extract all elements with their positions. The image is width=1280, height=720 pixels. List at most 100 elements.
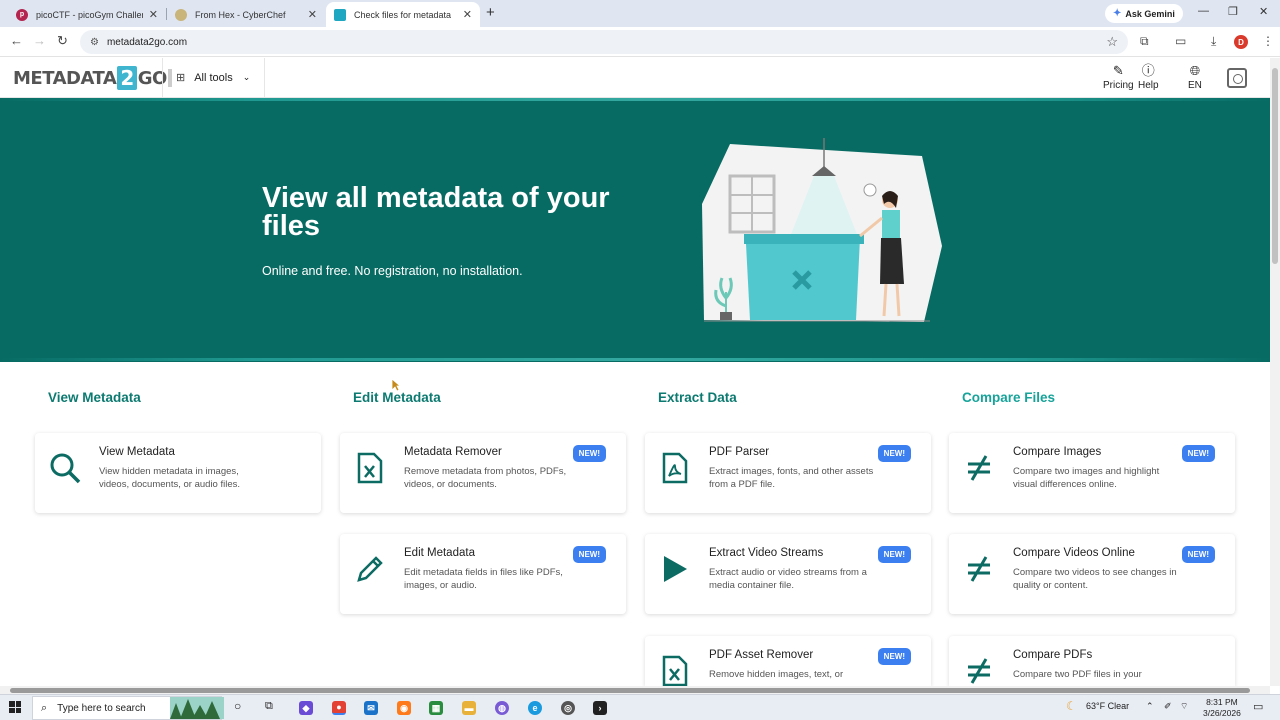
help-label: Help: [1138, 80, 1159, 91]
tool-card-extract-video-streams[interactable]: Extract Video Streams Extract audio or v…: [645, 534, 931, 614]
magnifier-icon: [49, 450, 81, 486]
mouse-cursor: [391, 378, 401, 392]
tab-metadata2go[interactable]: Check files for metadata ✕: [326, 2, 480, 27]
task-view-icon[interactable]: ⧉: [265, 700, 273, 713]
pen-icon[interactable]: ✐: [1164, 701, 1172, 712]
site-logo[interactable]: METADATA 2 GO: [13, 66, 172, 90]
pdf-icon: [659, 450, 691, 486]
tool-card-pdf-asset-remover[interactable]: PDF Asset Remover Remove hidden images, …: [645, 636, 931, 689]
close-icon[interactable]: ✕: [149, 8, 158, 21]
bookmark-star-icon[interactable]: ☆: [1106, 34, 1118, 50]
gemini-icon: ✦: [1113, 8, 1122, 19]
scroll-thumb[interactable]: [10, 688, 1250, 693]
chrome-icon[interactable]: ●: [332, 701, 346, 715]
minimize-icon[interactable]: —: [1198, 5, 1209, 17]
history-icon[interactable]: [1227, 68, 1247, 88]
search-highlight-image: [170, 697, 224, 719]
chevron-up-icon[interactable]: ⌃: [1146, 701, 1154, 712]
new-badge: NEW!: [877, 648, 911, 665]
maximize-icon[interactable]: ❐: [1228, 5, 1238, 18]
hero-banner: View all metadata of your files Online a…: [0, 98, 1270, 362]
cast-icon[interactable]: ▭: [1175, 34, 1186, 48]
card-description: Remove metadata from photos, PDFs, video…: [404, 466, 567, 490]
column-heading-extract: Extract Data: [658, 390, 737, 405]
menu-icon[interactable]: ⋮: [1262, 34, 1274, 48]
tab-title: From Hex - CyberChef: [195, 9, 286, 20]
notifications-icon[interactable]: ▭: [1253, 700, 1263, 713]
card-description: Remove hidden images, text, or: [709, 669, 844, 680]
profile-avatar[interactable]: D: [1234, 35, 1248, 49]
edge-icon[interactable]: e: [528, 701, 542, 715]
card-description: Compare two images and highlight visual …: [1013, 466, 1160, 490]
ask-gemini-button[interactable]: ✦ Ask Gemini: [1105, 4, 1183, 23]
github-icon[interactable]: ◎: [561, 701, 575, 715]
network-icon[interactable]: ⌔: [1180, 701, 1188, 712]
pencil-icon: [354, 551, 386, 587]
gemini-label: Ask Gemini: [1125, 8, 1175, 19]
clock-date: 3/26/2026: [1203, 708, 1241, 718]
column-heading-compare: Compare Files: [962, 390, 1056, 405]
window-close-icon[interactable]: ✕: [1259, 5, 1268, 18]
tab-cyberchef[interactable]: From Hex - CyberChef ✕: [167, 2, 325, 27]
close-icon[interactable]: ✕: [463, 8, 472, 21]
download-icon[interactable]: ⤓: [1211, 34, 1216, 49]
language-selector[interactable]: 🌐︎ EN: [1188, 64, 1202, 92]
site-info-icon[interactable]: ⚙: [90, 37, 99, 48]
new-badge: NEW!: [1181, 445, 1215, 462]
tool-card-metadata-remover[interactable]: Metadata Remover Remove metadata from ph…: [340, 433, 626, 513]
new-tab-button[interactable]: +: [486, 4, 495, 21]
tool-card-compare-videos[interactable]: Compare Videos Online Compare two videos…: [949, 534, 1235, 614]
tag-icon: ✎: [1112, 63, 1124, 78]
discord-icon[interactable]: ◍: [495, 701, 509, 715]
not-equal-icon: [963, 450, 995, 486]
site-header: METADATA 2 GO ⊞ All tools ⌄ ✎ Pricing ⓘ …: [0, 58, 1270, 98]
card-description: View hidden metadata in images, videos, …: [99, 466, 240, 490]
pricing-link[interactable]: ✎ Pricing: [1103, 63, 1134, 92]
help-link[interactable]: ⓘ Help: [1138, 63, 1159, 92]
back-icon[interactable]: ←: [10, 33, 23, 48]
tab-picoctf[interactable]: p picoCTF - picoGym Challenges ✕: [8, 2, 166, 27]
cortana-icon[interactable]: ○: [234, 699, 241, 713]
tool-card-pdf-parser[interactable]: PDF Parser Extract images, fonts, and ot…: [645, 433, 931, 513]
tool-card-edit-metadata[interactable]: Edit Metadata Edit metadata fields in fi…: [340, 534, 626, 614]
tool-card-view-metadata[interactable]: View Metadata View hidden metadata in im…: [35, 433, 321, 513]
file-x-icon: [659, 653, 691, 689]
help-icon: ⓘ: [1141, 63, 1155, 78]
card-title: View Metadata: [99, 446, 175, 458]
url-text: metadata2go.com: [106, 36, 188, 48]
forward-icon[interactable]: →: [33, 33, 46, 48]
new-badge: NEW!: [572, 546, 606, 563]
grid-icon: ⊞: [176, 72, 186, 84]
new-badge: NEW!: [877, 445, 911, 462]
tool-card-compare-images[interactable]: Compare Images Compare two images and hi…: [949, 433, 1235, 513]
vertical-scrollbar[interactable]: [1270, 58, 1280, 686]
file-explorer-icon[interactable]: ▬: [462, 701, 476, 715]
new-badge: NEW!: [1181, 546, 1215, 563]
tab-title: picoCTF - picoGym Challenges: [36, 9, 143, 20]
scroll-thumb[interactable]: [1272, 68, 1278, 264]
card-title: Metadata Remover: [404, 446, 502, 458]
windows-start-icon[interactable]: [9, 701, 21, 713]
clock-time: 8:31 PM: [1206, 697, 1238, 707]
terminal-icon[interactable]: ›: [593, 701, 607, 715]
hero-illustration: [702, 138, 942, 322]
logo-number: 2: [117, 66, 137, 90]
close-icon[interactable]: ✕: [308, 8, 317, 21]
address-bar[interactable]: ⚙ metadata2go.com ☆: [80, 30, 1128, 54]
extensions-icon[interactable]: ⧉: [1140, 34, 1149, 49]
metadata2go-icon: [334, 8, 346, 21]
store-icon[interactable]: ▦: [429, 701, 443, 715]
card-description: Edit metadata fields in files like PDFs,…: [404, 567, 563, 591]
browser-toolbar: ← → ↻ ⚙ metadata2go.com ☆ ⧉ ▭ ⤓ D ⋮: [0, 27, 1280, 57]
card-title: PDF Asset Remover: [709, 649, 814, 661]
firefox-icon[interactable]: ◉: [397, 701, 411, 715]
horizontal-scrollbar[interactable]: [0, 686, 1270, 694]
picoctf-icon: p: [16, 8, 28, 21]
tool-card-compare-pdfs[interactable]: Compare PDFs Compare two PDF files in yo…: [949, 636, 1235, 686]
reload-icon[interactable]: ↻: [57, 33, 68, 49]
outlook-icon[interactable]: ✉: [364, 701, 378, 715]
weather-text[interactable]: 63°F Clear: [1086, 701, 1129, 711]
all-tools-menu[interactable]: ⊞ All tools ⌄: [176, 71, 250, 85]
copilot-icon[interactable]: ◆: [299, 701, 313, 715]
system-clock[interactable]: 8:31 PM 3/26/2026: [1203, 697, 1241, 719]
